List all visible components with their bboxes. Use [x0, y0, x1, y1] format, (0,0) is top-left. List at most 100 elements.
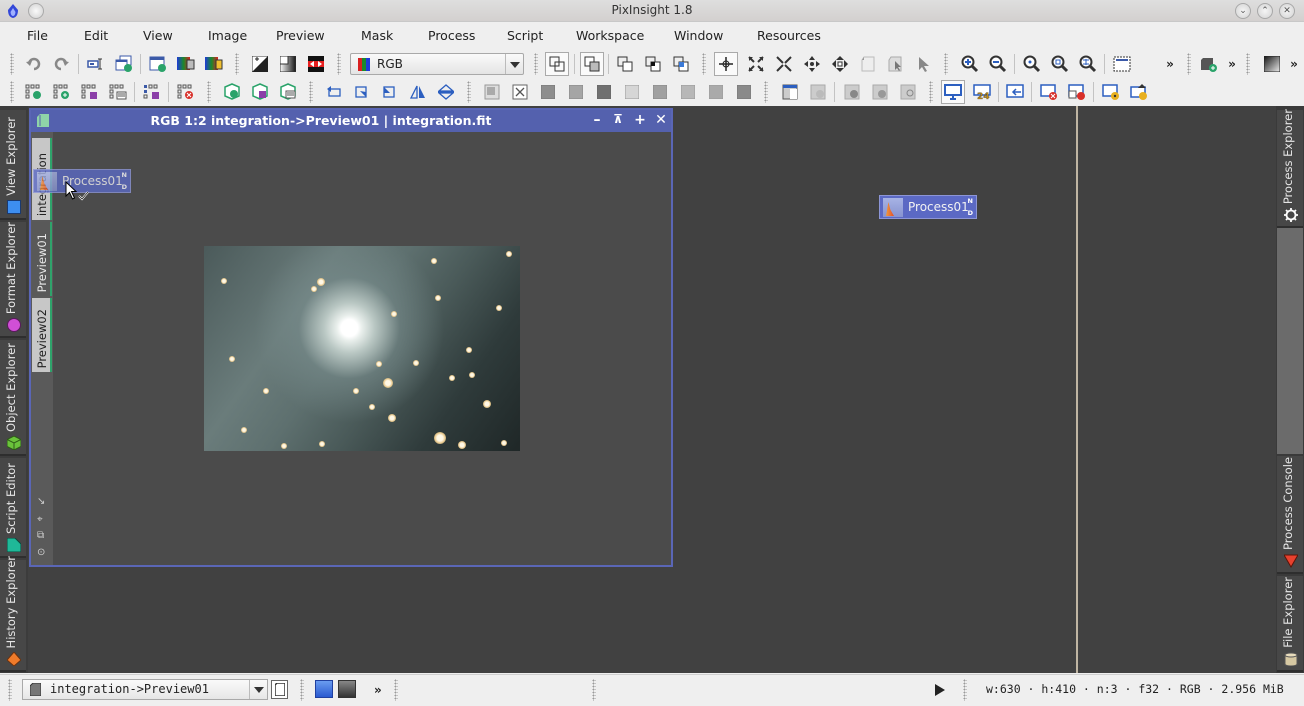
grayscale-button[interactable] — [278, 54, 298, 74]
toolbar-grip[interactable] — [702, 53, 706, 75]
toolbar-grip[interactable] — [8, 679, 12, 701]
shrink-arrow-icon[interactable]: ↘ — [37, 496, 45, 507]
new-window-button[interactable] — [114, 54, 134, 74]
chevron-down-icon[interactable] — [505, 54, 523, 74]
mask-invert-button[interactable] — [615, 54, 635, 74]
toolbar-grip[interactable] — [337, 53, 341, 75]
menu-image[interactable]: Image — [208, 28, 247, 43]
undo-button[interactable] — [24, 54, 44, 74]
menu-edit[interactable]: Edit — [84, 28, 108, 43]
mask-mode-3-button[interactable] — [594, 82, 614, 102]
sidebar-tab-view-explorer[interactable]: View Explorer — [0, 110, 26, 220]
toolbar-grip[interactable] — [235, 53, 239, 75]
toolbar-grip[interactable] — [394, 679, 398, 701]
menu-workspace[interactable]: Workspace — [576, 28, 644, 43]
stf-gray-button[interactable] — [338, 680, 356, 698]
rotate-90-cw-button[interactable] — [352, 82, 372, 102]
combine-channels-button[interactable] — [204, 54, 224, 74]
mask-color-button[interactable] — [671, 54, 691, 74]
zoom-in-button[interactable] — [960, 54, 980, 74]
color-space-combo[interactable]: RGB — [350, 53, 524, 75]
open-container-button[interactable] — [222, 82, 242, 102]
toolbar-grip[interactable] — [1187, 53, 1191, 75]
image-window-titlebar[interactable]: RGB 1:2 integration->Preview01 | integra… — [31, 110, 671, 132]
statusbar-overflow-button[interactable]: » — [374, 683, 382, 697]
target-icon[interactable]: ⊙ — [37, 547, 45, 558]
mask-from-view-button[interactable] — [482, 82, 502, 102]
hazard-button[interactable] — [1101, 82, 1121, 102]
mask-mode-8-button[interactable] — [734, 82, 754, 102]
extract-channels-button[interactable] — [176, 54, 196, 74]
menu-process[interactable]: Process — [428, 28, 475, 43]
menu-mask[interactable]: Mask — [361, 28, 393, 43]
display-24bit-button[interactable]: 24 — [972, 82, 992, 102]
mask-select-button[interactable] — [643, 54, 663, 74]
toolbar-overflow-button-3[interactable]: » — [1284, 54, 1304, 74]
menu-window[interactable]: Window — [674, 28, 723, 43]
zoom-out-button[interactable] — [988, 54, 1008, 74]
toolbar-grip[interactable] — [534, 53, 538, 75]
maximize-button[interactable]: ⌃ — [1257, 3, 1273, 19]
mask-mode-7-button[interactable] — [706, 82, 726, 102]
save-project-button[interactable] — [80, 82, 100, 102]
process-icon[interactable]: Process01 N D — [879, 195, 977, 219]
mask-mode-5-button[interactable] — [650, 82, 670, 102]
preview-window-button[interactable] — [780, 82, 800, 102]
restore-icon[interactable]: ⧉ — [37, 530, 44, 541]
project-list-button[interactable] — [108, 82, 128, 102]
fit-icon[interactable]: ⌖ — [37, 514, 43, 525]
menu-view[interactable]: View — [143, 28, 173, 43]
close-all-displays-button[interactable] — [1067, 82, 1087, 102]
zoom-1-1-button[interactable] — [1022, 54, 1042, 74]
toolbar-grip[interactable] — [467, 81, 471, 103]
select-mode-button[interactable] — [914, 54, 934, 74]
rotate-180-button[interactable] — [324, 82, 344, 102]
toolbar-grip[interactable] — [764, 81, 768, 103]
toolbar-grip[interactable] — [300, 679, 304, 701]
zoom-shrink-button[interactable] — [774, 54, 794, 74]
save-container-button[interactable] — [250, 82, 270, 102]
rotate-90-ccw-button[interactable] — [380, 82, 400, 102]
save-as-project-button[interactable] — [142, 82, 162, 102]
view-selector-combo[interactable]: integration->Preview01 — [22, 679, 268, 700]
toolbar-overflow-button[interactable]: » — [1160, 54, 1180, 74]
zoom-fit-button[interactable] — [746, 54, 766, 74]
toolbar-grip[interactable] — [929, 81, 933, 103]
zoom-fit-window-button[interactable] — [1050, 54, 1070, 74]
rename-view-button[interactable] — [85, 54, 105, 74]
toolbar-grip[interactable] — [944, 53, 948, 75]
mirror-horizontal-button[interactable] — [408, 82, 428, 102]
toolbar-grip[interactable] — [10, 53, 14, 75]
close-display-button[interactable] — [1039, 82, 1059, 102]
preview-apply-button[interactable] — [842, 82, 862, 102]
center-view-button[interactable] — [830, 54, 850, 74]
view-tab-preview01[interactable]: Preview01 — [32, 222, 52, 296]
toolbar-grip[interactable] — [1246, 53, 1250, 75]
menu-file[interactable]: File — [27, 28, 48, 43]
sidebar-tab-script-editor[interactable]: Script Editor — [0, 458, 26, 558]
mirror-vertical-button[interactable] — [436, 82, 456, 102]
link-view-button[interactable] — [1005, 82, 1025, 102]
new-project-button[interactable] — [52, 82, 72, 102]
remove-mask-button[interactable] — [510, 82, 530, 102]
close-project-button[interactable] — [176, 82, 196, 102]
stf-blue-button[interactable] — [315, 680, 333, 698]
sidebar-tab-process-console[interactable]: Process Console — [1277, 456, 1303, 574]
fit-view-button[interactable] — [1112, 54, 1132, 74]
workspace-divider[interactable] — [1076, 106, 1078, 673]
open-project-button[interactable] — [24, 82, 44, 102]
edit-preview-button[interactable] — [858, 54, 878, 74]
preview-zoom-button[interactable] — [898, 82, 918, 102]
view-toggle-button[interactable] — [271, 680, 288, 699]
container-list-button[interactable] — [278, 82, 298, 102]
menu-resources[interactable]: Resources — [757, 28, 821, 43]
sidebar-tab-file-explorer[interactable]: File Explorer — [1277, 576, 1303, 672]
sidebar-tab-object-explorer[interactable]: Object Explorer — [0, 340, 26, 456]
delete-preview-button[interactable] — [808, 82, 828, 102]
menu-preview[interactable]: Preview — [276, 28, 325, 43]
sidebar-tab-history-explorer[interactable]: History Explorer — [0, 556, 26, 672]
stf-button[interactable] — [1262, 54, 1282, 74]
mask-mode-6-button[interactable] — [678, 82, 698, 102]
mask-mode-4-button[interactable] — [622, 82, 642, 102]
minimize-button[interactable]: ⌄ — [1235, 3, 1251, 19]
